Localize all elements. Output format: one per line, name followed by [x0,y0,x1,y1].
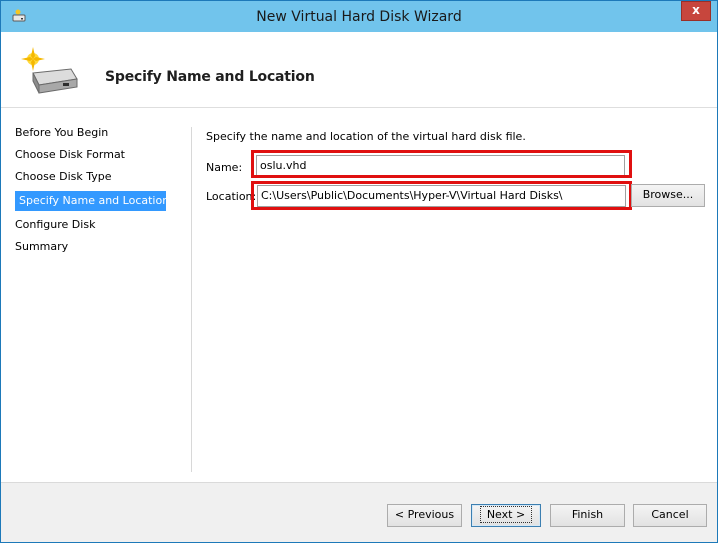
cancel-button[interactable]: Cancel [633,504,707,527]
finish-button[interactable]: Finish [550,504,625,527]
wizard-header: Specify Name and Location [1,32,717,108]
wizard-steps-nav: Before You Begin Choose Disk Format Choo… [1,109,183,479]
name-label: Name: [206,161,243,174]
step-configure-disk[interactable]: Configure Disk [15,215,179,235]
title-bar: New Virtual Hard Disk Wizard x [1,1,717,32]
previous-button[interactable]: < Previous [387,504,462,527]
instruction-text: Specify the name and location of the vir… [206,130,526,143]
page-heading: Specify Name and Location [105,69,315,85]
sparkle-icon [21,47,45,71]
step-choose-disk-format[interactable]: Choose Disk Format [15,145,179,165]
window-title: New Virtual Hard Disk Wizard [256,9,462,25]
wizard-window: New Virtual Hard Disk Wizard x Specify N… [0,0,718,543]
browse-button[interactable]: Browse... [631,184,705,207]
step-choose-disk-type[interactable]: Choose Disk Type [15,167,179,187]
step-summary[interactable]: Summary [15,237,179,257]
divider [191,127,192,472]
close-button[interactable]: x [681,1,711,21]
step-specify-name-and-location[interactable]: Specify Name and Location [15,191,169,211]
location-input[interactable]: C:\Users\Public\Documents\Hyper-V\Virtua… [257,185,626,207]
next-button[interactable]: Next > [471,504,541,527]
step-before-you-begin[interactable]: Before You Begin [15,123,179,143]
name-input[interactable]: oslu.vhd [256,155,625,177]
next-button-label: Next > [479,506,533,523]
hard-disk-icon [21,47,78,94]
location-label: Location: [206,190,257,203]
